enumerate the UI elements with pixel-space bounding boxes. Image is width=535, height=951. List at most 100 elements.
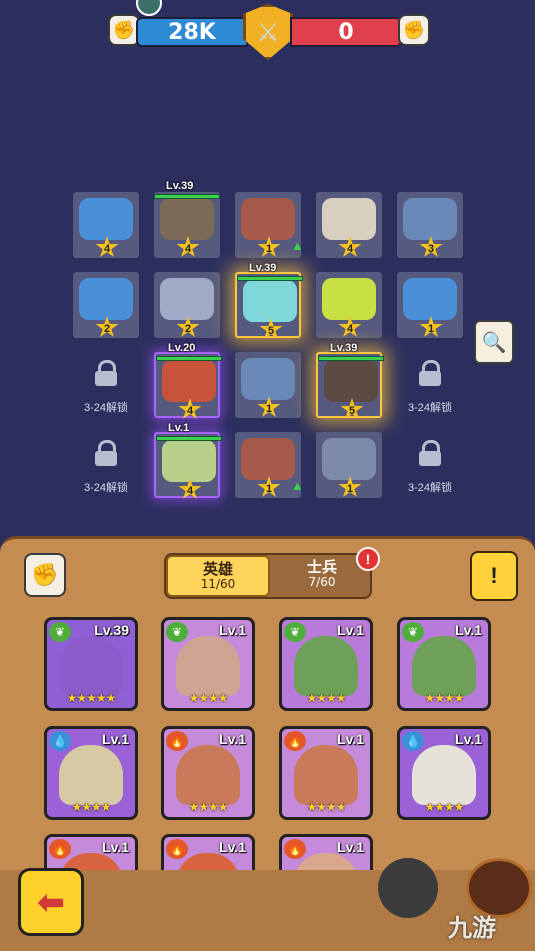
health-bar [237, 276, 303, 281]
battle-slot[interactable]: 4 [316, 192, 382, 258]
tab-heroes-count: 11/60 [200, 577, 236, 592]
hero-card[interactable]: 🔥 Lv.1 ★★★★ [161, 726, 255, 820]
battle-slot[interactable]: Lv.20 4 [154, 342, 222, 419]
water-icon: 💧 [49, 731, 71, 751]
hero-level: Lv.1 [455, 622, 482, 638]
hero-portrait [294, 636, 358, 696]
battle-slot[interactable]: Lv.1 4 [154, 422, 222, 499]
fire-icon: 🔥 [284, 731, 306, 751]
hero-level: Lv.39 [94, 622, 129, 638]
hero-level: Lv.1 [219, 622, 246, 638]
unit-sprite [322, 438, 376, 480]
unit-sprite [324, 360, 378, 402]
hero-stars: ★★★★ [188, 800, 228, 814]
locked-slot: 3-24解锁 [71, 360, 141, 415]
hero-card[interactable]: ❦ Lv.1 ★★★★ [161, 617, 255, 711]
battle-slot[interactable]: 4 [73, 192, 139, 258]
fist-icon: ✊ [398, 14, 430, 46]
unlock-requirement: 3-24解锁 [83, 402, 129, 414]
enemy-power-score: 0 [290, 17, 402, 47]
hero-stars: ★★★★ [424, 800, 464, 814]
battle-slot[interactable]: 2 [73, 272, 139, 338]
locked-slot: 3-24解锁 [395, 360, 465, 415]
unlock-requirement: 3-24解锁 [407, 482, 453, 494]
unlock-requirement: 3-24解锁 [83, 482, 129, 494]
upgrade-arrow-icon: ▲ [291, 238, 304, 253]
unit-level: Lv.1 [168, 422, 190, 434]
hero-card[interactable]: ❦ Lv.39 ★★★★★ [44, 617, 138, 711]
hero-stars: ★★★★ [188, 691, 228, 705]
battle-slot[interactable]: 1 ▲ [235, 192, 304, 258]
water-icon: 💧 [402, 731, 424, 751]
health-bar [154, 194, 220, 199]
watermark-logo: 九游 [448, 914, 496, 942]
health-bar [156, 436, 222, 441]
hero-level: Lv.1 [337, 622, 364, 638]
unit-sprite [241, 438, 295, 480]
hero-level: Lv.1 [102, 731, 129, 747]
hero-card[interactable]: 💧 Lv.1 ★★★★ [397, 726, 491, 820]
hero-level: Lv.1 [219, 839, 246, 855]
battle-slot[interactable]: Lv.39 4 [154, 180, 220, 258]
tab-soldiers-count: 7/60 [308, 575, 336, 590]
hero-level: Lv.1 [219, 731, 246, 747]
battle-slot[interactable]: 2 [154, 272, 220, 338]
hero-portrait [59, 745, 123, 805]
unit-sprite [403, 278, 457, 320]
unit-level: Lv.20 [168, 342, 196, 354]
unit-level: Lv.39 [249, 262, 277, 274]
hero-stars: ★★★★ [306, 691, 346, 705]
hero-card[interactable]: ❦ Lv.1 ★★★★ [279, 617, 373, 711]
menu-button[interactable]: ! [470, 551, 518, 601]
unit-sprite [160, 278, 214, 320]
unit-sprite [162, 440, 216, 482]
battle-slot[interactable]: 4 [316, 272, 382, 338]
unit-sprite [79, 198, 133, 240]
hero-card[interactable]: ❦ Lv.1 ★★★★ [397, 617, 491, 711]
battle-slot[interactable]: 1 [316, 432, 382, 498]
hero-level: Lv.1 [102, 839, 129, 855]
crossed-swords-icon: ⚔ [243, 4, 293, 60]
fist-icon: ✊ [31, 562, 59, 587]
unit-sprite [162, 360, 216, 402]
fire-icon: 🔥 [49, 839, 71, 859]
player-power-score: 28K [136, 17, 248, 47]
hero-card[interactable]: 💧 Lv.1 ★★★★ [44, 726, 138, 820]
back-button[interactable]: ⬅ [18, 868, 84, 936]
locked-slot: 3-24解锁 [395, 440, 465, 495]
leaf-icon: ❦ [166, 622, 188, 642]
hero-portrait [412, 636, 476, 696]
battle-slot[interactable]: 3 [397, 192, 463, 258]
tab-heroes-label: 英雄 [202, 560, 233, 578]
hero-portrait [176, 745, 240, 805]
hero-card[interactable]: 🔥 Lv.1 ★★★★ [279, 726, 373, 820]
hero-stars: ★★★★★ [66, 691, 117, 705]
unlock-requirement: 3-24解锁 [407, 402, 453, 414]
hero-stars: ★★★★ [424, 691, 464, 705]
tab-heroes[interactable]: 英雄 11/60 [166, 555, 270, 597]
battle-slot[interactable]: 1 [397, 272, 463, 338]
unit-sprite [243, 280, 297, 322]
locked-slot: 3-24解锁 [71, 440, 141, 495]
unit-sprite [403, 198, 457, 240]
fire-icon: 🔥 [166, 839, 188, 859]
hero-portrait [176, 636, 240, 696]
lock-icon [94, 360, 118, 386]
round-button[interactable] [378, 858, 438, 918]
lock-icon [418, 440, 442, 466]
battle-slot[interactable]: Lv.39 5 [316, 342, 384, 419]
fire-icon: 🔥 [166, 731, 188, 751]
inspect-magnifier-button[interactable]: 🔍 [474, 320, 514, 364]
hero-portrait [412, 745, 476, 805]
roster-tabs: 英雄 11/60 士兵 7/60 [164, 553, 372, 599]
unit-sprite [241, 358, 295, 400]
battle-slot[interactable]: Lv.39 5 [235, 262, 303, 339]
hero-stars: ★★★★ [306, 800, 346, 814]
battle-slot[interactable]: 1 ▲ [235, 432, 304, 498]
leaf-icon: ❦ [402, 622, 424, 642]
alert-badge: ! [356, 547, 380, 571]
battle-slot[interactable]: 1 [235, 352, 301, 418]
unit-level: Lv.39 [330, 342, 358, 354]
hero-level: Lv.1 [337, 839, 364, 855]
auto-deploy-fist-button[interactable]: ✊ [24, 553, 66, 597]
